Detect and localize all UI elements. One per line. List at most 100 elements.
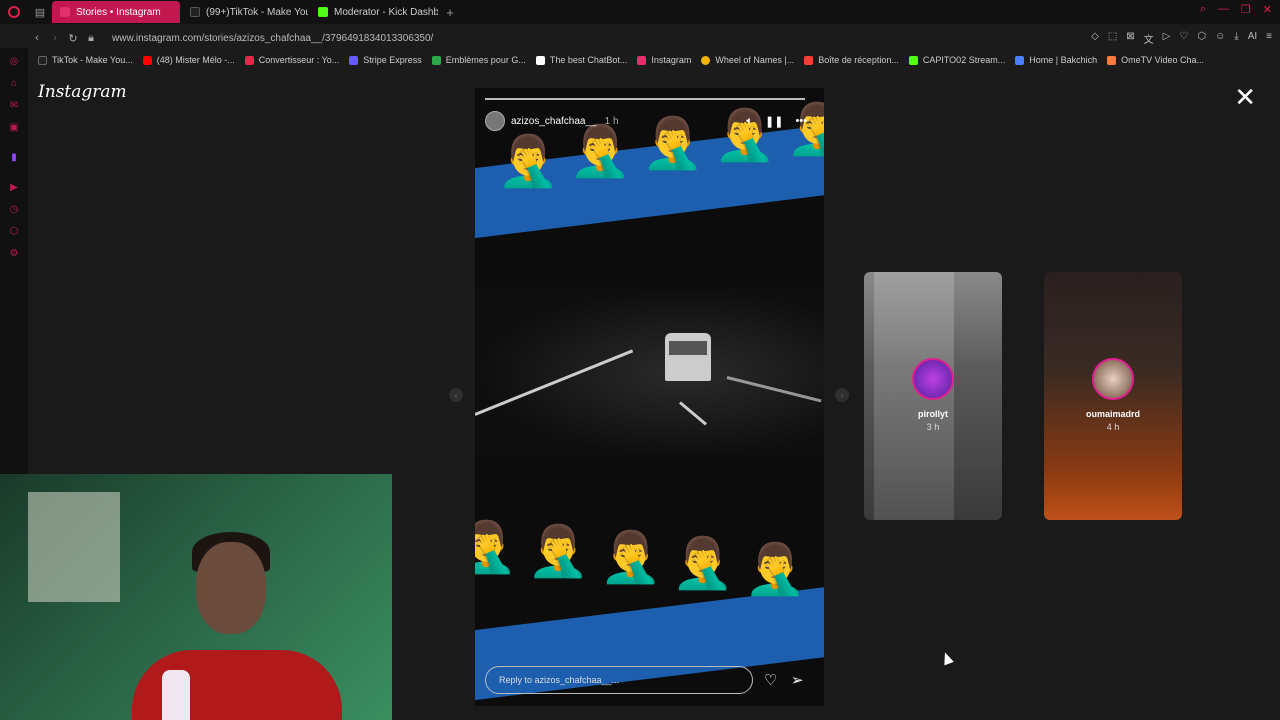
facepalm-emoji: 🤦‍♂️ bbox=[744, 541, 807, 597]
ai-icon[interactable]: AI bbox=[1248, 31, 1257, 46]
tab-label: Moderator - Kick Dashboa bbox=[334, 6, 438, 18]
bookmark-item[interactable]: Instagram bbox=[637, 55, 691, 65]
play-icon[interactable]: ▷ bbox=[1163, 31, 1171, 46]
avatar[interactable] bbox=[485, 111, 505, 131]
bookmark-item[interactable]: Convertisseur : Yo... bbox=[244, 55, 339, 65]
bakchich-icon bbox=[1015, 55, 1025, 65]
settings-icon[interactable]: ⚙ bbox=[0, 242, 28, 264]
messenger-icon[interactable]: ✉ bbox=[0, 94, 28, 116]
previous-story-icon[interactable]: ‹ bbox=[449, 388, 463, 402]
bookmark-label: (48) Mister Mélo -... bbox=[156, 55, 235, 65]
new-tab-button[interactable]: + bbox=[440, 2, 460, 22]
story-viewer[interactable]: 🤦‍♂️ 🤦‍♂️ 🤦‍♂️ 🤦‍♂️ 🤦‍♂️ 🤦‍♂️ 🤦‍♂️ 🤦‍♂️ … bbox=[475, 88, 824, 706]
tiktok-favicon-icon bbox=[190, 7, 200, 17]
kick-favicon-icon bbox=[318, 7, 328, 17]
opera-o-icon bbox=[8, 6, 20, 18]
adblock-icon[interactable]: ⊠ bbox=[1126, 31, 1134, 46]
road-video bbox=[475, 288, 824, 458]
window-close-icon[interactable]: ✕ bbox=[1263, 3, 1272, 16]
pause-icon[interactable]: ❚❚ bbox=[765, 115, 783, 128]
bookmark-item[interactable]: CAPITO02 Stream... bbox=[908, 55, 1006, 65]
menu-icon[interactable]: ≡ bbox=[1266, 31, 1272, 46]
wheel-icon bbox=[701, 55, 711, 65]
side-story-username: oumaimadrd bbox=[1085, 409, 1140, 419]
side-story-1[interactable]: pirolIyt 3 h bbox=[864, 272, 1002, 520]
converter-icon bbox=[244, 55, 254, 65]
tab-instagram[interactable]: Stories • Instagram bbox=[52, 1, 180, 23]
bookmark-label: Stripe Express bbox=[363, 55, 422, 65]
workspaces-icon[interactable]: ▤ bbox=[28, 0, 52, 24]
avatar bbox=[1092, 358, 1134, 400]
tab-tiktok[interactable]: (99+)TikTok - Make Your bbox=[182, 1, 308, 23]
bookmark-item[interactable]: Emblèmes pour G... bbox=[431, 55, 526, 65]
bookmark-item[interactable]: The best ChatBot... bbox=[535, 55, 627, 65]
story-progress-bar bbox=[485, 98, 805, 100]
side-story-2[interactable]: oumaimadrd 4 h bbox=[1044, 272, 1182, 520]
bookmark-label: Boîte de réception... bbox=[818, 55, 899, 65]
more-icon[interactable]: ••• bbox=[795, 115, 807, 128]
minimize-icon[interactable]: — bbox=[1218, 3, 1229, 16]
instagram-logo[interactable]: Instagram bbox=[38, 82, 127, 102]
bookmark-label: TikTok - Make You... bbox=[52, 55, 133, 65]
send-icon[interactable]: ➢ bbox=[791, 671, 804, 689]
bookmark-item[interactable]: OmeTV Video Cha... bbox=[1107, 55, 1204, 65]
bookmark-item[interactable]: Home | Bakchich bbox=[1015, 55, 1097, 65]
gmail-icon bbox=[804, 55, 814, 65]
bookmark-icon[interactable]: ◇ bbox=[1091, 31, 1099, 46]
facepalm-emoji: 🤦‍♂️ bbox=[475, 519, 518, 575]
facepalm-emoji: 🤦‍♂️ bbox=[569, 123, 632, 179]
translate-icon[interactable]: 文 bbox=[1144, 31, 1154, 46]
history-icon[interactable]: ◷ bbox=[0, 198, 28, 220]
extensions-sidebar-icon[interactable]: ⬡ bbox=[0, 220, 28, 242]
back-icon[interactable]: ‹ bbox=[28, 32, 46, 44]
side-story-username: pirolIyt bbox=[917, 409, 948, 419]
volume-icon[interactable]: 🔈︎ bbox=[746, 115, 753, 128]
account-icon[interactable]: ☺ bbox=[1215, 31, 1225, 46]
bookmark-label: Home | Bakchich bbox=[1029, 55, 1098, 65]
window-controls: ⌕ — ❐ ✕ bbox=[1200, 3, 1272, 16]
shopping-icon[interactable]: ⌂ bbox=[0, 72, 28, 94]
forward-icon[interactable]: › bbox=[46, 32, 64, 44]
url-field[interactable]: www.instagram.com/stories/azizos_chafcha… bbox=[112, 33, 433, 44]
story-username[interactable]: azizos_chafchaa__ bbox=[511, 116, 597, 127]
story-bottom-emojis: 🤦‍♂️ 🤦‍♂️ 🤦‍♂️ 🤦‍♂️ 🤦‍♂️ bbox=[475, 518, 806, 599]
bookmark-item[interactable]: Boîte de réception... bbox=[804, 55, 899, 65]
search-icon[interactable]: ⌕ bbox=[1200, 3, 1206, 16]
bookmark-item[interactable]: (48) Mister Mélo -... bbox=[142, 55, 235, 65]
opera-logo[interactable] bbox=[0, 0, 28, 24]
lane-line bbox=[679, 401, 708, 426]
side-story-time: 4 h bbox=[1106, 422, 1120, 432]
facepalm-emoji: 🤦‍♂️ bbox=[497, 133, 560, 189]
webcam-overlay bbox=[0, 474, 392, 720]
person-head bbox=[196, 542, 266, 634]
aria-icon[interactable]: ◎ bbox=[0, 50, 28, 72]
lane-line bbox=[726, 376, 822, 403]
reload-icon[interactable]: ↻ bbox=[64, 32, 82, 45]
twitch-icon[interactable]: ▮ bbox=[0, 146, 28, 168]
kick-icon bbox=[908, 55, 918, 65]
next-story-icon[interactable]: › bbox=[835, 388, 849, 402]
bookmark-item[interactable]: Stripe Express bbox=[349, 55, 422, 65]
wall-poster bbox=[28, 492, 120, 602]
youtube-icon bbox=[142, 55, 152, 65]
favorite-icon[interactable]: ♡ bbox=[1179, 31, 1188, 46]
chatbot-icon bbox=[535, 55, 545, 65]
sheets-icon bbox=[431, 55, 441, 65]
bookmark-item[interactable]: Wheel of Names |... bbox=[701, 55, 794, 65]
tab-kick[interactable]: Moderator - Kick Dashboa bbox=[310, 1, 438, 23]
maximize-icon[interactable]: ❐ bbox=[1241, 3, 1251, 16]
avatar bbox=[912, 358, 954, 400]
player-icon[interactable]: ▶ bbox=[0, 176, 28, 198]
bookmarks-bar: TikTok - Make You... (48) Mister Mélo -.… bbox=[28, 52, 1280, 68]
snapshot-icon[interactable]: ⬚ bbox=[1108, 31, 1117, 46]
bookmark-label: CAPITO02 Stream... bbox=[922, 55, 1006, 65]
download-icon[interactable]: ⤓ bbox=[1234, 31, 1238, 46]
heart-icon[interactable]: ♡ bbox=[764, 671, 777, 689]
browser-window: ▤ Stories • Instagram (99+)TikTok - Make… bbox=[0, 0, 1280, 720]
bookmark-item[interactable]: TikTok - Make You... bbox=[38, 55, 133, 65]
close-icon[interactable]: ✕ bbox=[1234, 84, 1256, 110]
reply-placeholder: Reply to azizos_chafchaa__... bbox=[499, 675, 620, 685]
extensions-icon[interactable]: ⬡ bbox=[1197, 31, 1206, 46]
reply-input[interactable]: Reply to azizos_chafchaa__... bbox=[485, 666, 753, 694]
mail-icon[interactable]: ▣ bbox=[0, 116, 28, 138]
